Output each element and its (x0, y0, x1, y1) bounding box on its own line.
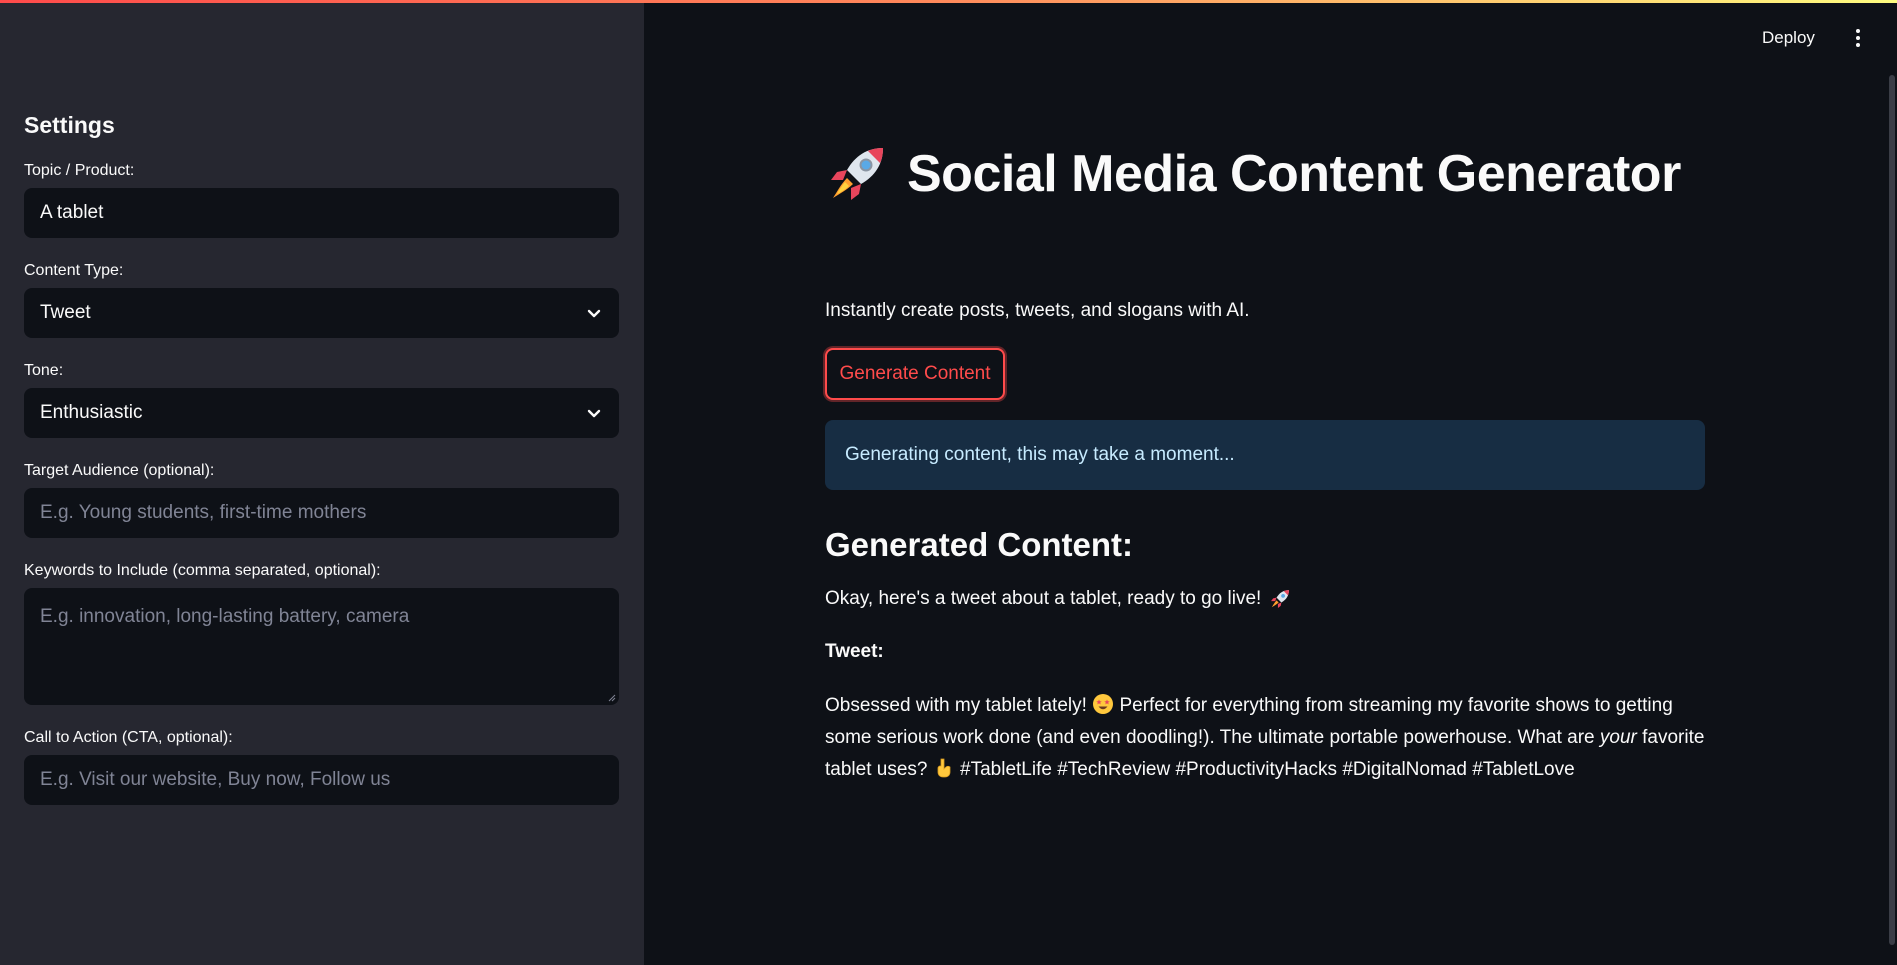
cta-placeholder: E.g. Visit our website, Buy now, Follow … (40, 769, 391, 790)
scrollbar[interactable] (1889, 75, 1895, 945)
top-decoration-bar (0, 0, 1897, 3)
tone-select[interactable]: Enthusiastic (24, 388, 619, 438)
rocket-icon (1271, 590, 1290, 608)
topic-label: Topic / Product: (24, 162, 135, 179)
audience-label: Target Audience (optional): (24, 462, 215, 479)
sidebar-heading: Settings (24, 112, 115, 138)
page-title: Social Media Content Generator (907, 145, 1681, 203)
tweet-emphasis: your (1599, 727, 1637, 748)
star-struck-emoji-icon (1093, 694, 1114, 714)
keywords-label: Keywords to Include (comma separated, op… (24, 562, 381, 579)
cta-group: Call to Action (CTA, optional): E.g. Vis… (24, 727, 620, 805)
tweet-part1: Obsessed with my tablet lately! (825, 695, 1087, 716)
info-alert: Generating content, this may take a mome… (825, 420, 1705, 490)
tone-value: Enthusiastic (40, 402, 143, 423)
generated-intro: Okay, here's a tweet about a tablet, rea… (825, 588, 1291, 610)
page-subtitle: Instantly create posts, tweets, and slog… (825, 300, 1250, 321)
generated-intro-text: Okay, here's a tweet about a tablet, rea… (825, 588, 1262, 609)
topic-group: Topic / Product: A tablet (24, 160, 620, 238)
rocket-icon (831, 148, 883, 200)
content-type-value: Tweet (40, 302, 91, 323)
sidebar: Settings Topic / Product: A tablet Conte… (0, 0, 644, 965)
topic-value: A tablet (40, 202, 104, 223)
keywords-group: Keywords to Include (comma separated, op… (24, 560, 620, 705)
generated-content-heading: Generated Content: (825, 526, 1134, 563)
generate-content-button[interactable]: Generate Content (825, 348, 1005, 400)
cta-label: Call to Action (CTA, optional): (24, 729, 233, 746)
tweet-body: Obsessed with my tablet lately! Perfect … (825, 690, 1705, 786)
topic-input[interactable]: A tablet (24, 188, 619, 238)
kebab-menu-icon[interactable] (1852, 26, 1864, 50)
tone-group: Tone: Enthusiastic (24, 360, 620, 438)
tweet-hashtags: #TabletLife #TechReview #ProductivityHac… (960, 759, 1575, 780)
keywords-placeholder: E.g. innovation, long-lasting battery, c… (40, 606, 410, 627)
audience-input[interactable]: E.g. Young students, first-time mothers (24, 488, 619, 538)
tweet-label: Tweet: (825, 641, 884, 662)
cta-input[interactable]: E.g. Visit our website, Buy now, Follow … (24, 755, 619, 805)
content-type-select[interactable]: Tweet (24, 288, 619, 338)
chevron-down-icon (587, 409, 601, 418)
chevron-down-icon (587, 309, 601, 318)
content-type-label: Content Type: (24, 262, 124, 279)
resize-handle-icon[interactable] (608, 694, 616, 702)
audience-group: Target Audience (optional): E.g. Young s… (24, 460, 620, 538)
content-type-group: Content Type: Tweet (24, 260, 620, 338)
tone-label: Tone: (24, 362, 64, 379)
deploy-button[interactable]: Deploy (1762, 24, 1815, 52)
pointing-down-emoji-icon (937, 758, 951, 778)
info-message: Generating content, this may take a mome… (845, 444, 1235, 465)
audience-placeholder: E.g. Young students, first-time mothers (40, 502, 367, 523)
title-row: Social Media Content Generator (825, 142, 1681, 206)
keywords-textarea[interactable]: E.g. innovation, long-lasting battery, c… (24, 588, 619, 705)
